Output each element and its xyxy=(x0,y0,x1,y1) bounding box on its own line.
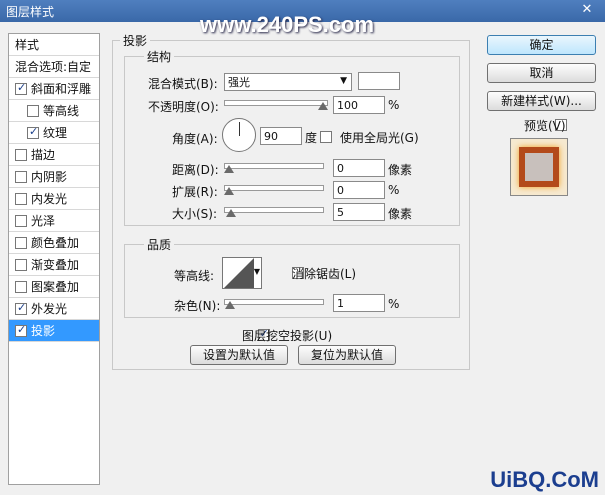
site-logo: UiBQ.CoM xyxy=(490,467,599,492)
shadow-color-swatch[interactable] xyxy=(358,72,400,90)
style-item-checkbox[interactable] xyxy=(15,170,27,183)
section-title: 投影 xyxy=(120,32,151,49)
blend-mode-value: 强光 xyxy=(228,76,250,89)
style-item[interactable]: 描边 xyxy=(9,144,99,166)
noise-unit: % xyxy=(388,297,400,311)
style-item-label: 颜色叠加 xyxy=(31,236,80,250)
opacity-label: 不透明度(O): xyxy=(148,100,219,114)
opacity-input[interactable]: 100 xyxy=(333,96,385,114)
opacity-slider-thumb[interactable] xyxy=(318,102,328,110)
distance-input[interactable]: 0 xyxy=(333,159,385,177)
style-item-checkbox[interactable] xyxy=(15,258,27,271)
size-unit: 像素 xyxy=(388,207,413,221)
preview-swatch xyxy=(519,147,559,187)
watermark-text: www.240PS.com xyxy=(200,12,375,37)
style-item-label: 内发光 xyxy=(31,192,68,206)
styles-list: 样式 混合选项:自定 斜面和浮雕等高线纹理描边内阴影内发光光泽颜色叠加渐变叠加图… xyxy=(8,33,100,485)
ok-button[interactable]: 确定 xyxy=(487,35,596,55)
style-item-label: 斜面和浮雕 xyxy=(31,82,92,96)
chevron-down-icon: ▼ xyxy=(340,76,347,86)
style-item[interactable]: 颜色叠加 xyxy=(9,232,99,254)
blend-options-item[interactable]: 混合选项:自定 xyxy=(9,56,99,78)
size-slider-track[interactable] xyxy=(224,207,324,213)
style-item-label: 投影 xyxy=(31,324,56,338)
style-item-checkbox[interactable] xyxy=(15,301,27,315)
noise-input[interactable]: 1 xyxy=(333,294,385,312)
contour-picker[interactable]: ▼ xyxy=(222,257,262,289)
angle-input[interactable]: 90 xyxy=(260,127,302,145)
noise-slider-track[interactable] xyxy=(224,299,324,305)
style-item[interactable]: 内发光 xyxy=(9,188,99,210)
antialias-label: 消除锯齿(L) xyxy=(292,267,357,281)
spread-label: 扩展(R): xyxy=(172,185,218,199)
styles-header[interactable]: 样式 xyxy=(9,34,99,56)
style-item[interactable]: 投影 xyxy=(9,320,99,342)
spread-unit: % xyxy=(388,183,400,197)
style-item-checkbox[interactable] xyxy=(27,125,39,139)
size-label: 大小(S): xyxy=(172,207,218,221)
spread-slider-thumb[interactable] xyxy=(224,187,234,195)
style-item-checkbox[interactable] xyxy=(15,81,27,95)
style-item[interactable]: 外发光 xyxy=(9,298,99,320)
spread-input[interactable]: 0 xyxy=(333,181,385,199)
style-item-label: 等高线 xyxy=(43,104,80,118)
style-item-label: 描边 xyxy=(31,148,56,162)
style-preview-thumbnail xyxy=(510,138,568,196)
style-item[interactable]: 等高线 xyxy=(9,100,99,122)
spread-slider-track[interactable] xyxy=(224,185,324,191)
style-item-label: 纹理 xyxy=(43,126,68,140)
opacity-unit: % xyxy=(388,98,400,112)
distance-label: 距离(D): xyxy=(172,163,219,177)
angle-dial-needle xyxy=(239,122,240,136)
blend-mode-label: 混合模式(B): xyxy=(148,77,218,91)
style-item[interactable]: 内阴影 xyxy=(9,166,99,188)
noise-slider-thumb[interactable] xyxy=(224,301,235,309)
size-input[interactable]: 5 xyxy=(333,203,385,221)
cancel-button[interactable]: 取消 xyxy=(487,63,596,83)
noise-label: 杂色(N): xyxy=(174,299,221,313)
styles-header-label: 样式 xyxy=(15,38,40,52)
angle-label: 角度(A): xyxy=(172,132,218,146)
contour-label: 等高线: xyxy=(174,269,215,283)
global-light-checkbox[interactable] xyxy=(320,131,332,143)
distance-slider-thumb[interactable] xyxy=(224,165,234,173)
style-item-label: 光泽 xyxy=(31,214,56,228)
style-item-checkbox[interactable] xyxy=(27,104,39,117)
style-item-label: 图案叠加 xyxy=(31,280,80,294)
make-default-button[interactable]: 设置为默认值 xyxy=(190,345,288,365)
style-item-checkbox[interactable] xyxy=(15,192,27,205)
style-item-label: 渐变叠加 xyxy=(31,258,80,272)
chevron-down-icon: ▼ xyxy=(253,267,260,276)
style-item[interactable]: 光泽 xyxy=(9,210,99,232)
style-item[interactable]: 渐变叠加 xyxy=(9,254,99,276)
size-slider-thumb[interactable] xyxy=(225,209,236,217)
opacity-slider-track[interactable] xyxy=(224,100,328,106)
style-item-checkbox[interactable] xyxy=(15,323,27,337)
angle-dial[interactable] xyxy=(222,118,256,152)
new-style-button[interactable]: 新建样式(W)... xyxy=(487,91,596,111)
style-item-checkbox[interactable] xyxy=(15,214,27,227)
style-item-checkbox[interactable] xyxy=(15,280,27,293)
contour-linear-icon xyxy=(224,258,254,288)
global-light-label: 使用全局光(G) xyxy=(340,131,419,145)
style-item-checkbox[interactable] xyxy=(15,148,27,161)
style-item-label: 外发光 xyxy=(31,302,68,316)
blend-mode-select[interactable]: 强光 ▼ xyxy=(224,73,352,91)
angle-unit: 度 xyxy=(305,131,318,145)
style-item-label: 内阴影 xyxy=(31,170,68,184)
structure-legend: 结构 xyxy=(144,48,175,65)
blend-options-label: 混合选项:自定 xyxy=(15,60,92,74)
style-item[interactable]: 斜面和浮雕 xyxy=(9,78,99,100)
quality-legend: 品质 xyxy=(144,236,175,253)
window-title: 图层样式 xyxy=(6,5,55,19)
close-icon[interactable]: ✕ xyxy=(579,2,595,18)
preview-label: 预览(V) xyxy=(524,119,566,133)
style-item-checkbox[interactable] xyxy=(15,236,27,249)
distance-slider-track[interactable] xyxy=(224,163,324,169)
style-item[interactable]: 纹理 xyxy=(9,122,99,144)
distance-unit: 像素 xyxy=(388,163,413,177)
reset-default-button[interactable]: 复位为默认值 xyxy=(298,345,396,365)
knockout-label: 图层挖空投影(U) xyxy=(242,329,333,343)
style-item[interactable]: 图案叠加 xyxy=(9,276,99,298)
